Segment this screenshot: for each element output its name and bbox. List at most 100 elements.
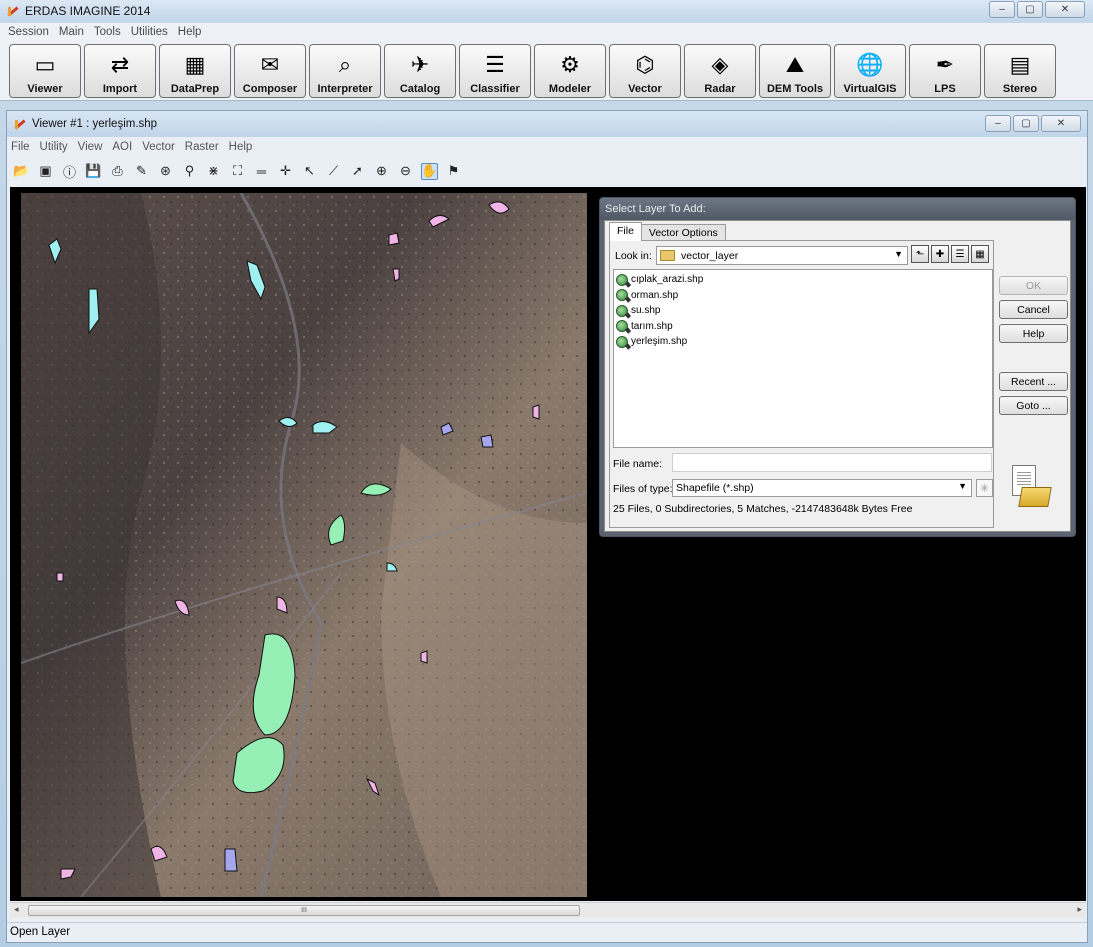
virtualgis-button[interactable]: 🌐 VirtualGIS (834, 44, 906, 98)
measure-icon[interactable]: ⚲ (181, 163, 198, 180)
list-item[interactable]: yerleşim.shp (614, 334, 992, 350)
viewer-minimize-icon[interactable]: – (985, 115, 1011, 132)
viewer-close-icon[interactable]: ✕ (1041, 115, 1081, 132)
virtualgis-icon: 🌐 (856, 52, 884, 77)
up-folder-icon[interactable]: ⬑ (911, 245, 929, 263)
file-list[interactable]: cıplak_arazi.shp orman.shp su.shp tarım.… (613, 269, 993, 448)
shapefile-icon (616, 335, 628, 348)
viewer-icon: ▭ (34, 52, 56, 77)
list-view-icon[interactable]: ☰ (951, 245, 969, 263)
zoom-to-fit-icon[interactable]: ⋇ (205, 163, 222, 180)
composer-button[interactable]: ✉ Composer (234, 44, 306, 98)
scroll-right-icon[interactable]: ▸ (1077, 904, 1082, 915)
vector-button[interactable]: ⌬ Vector (609, 44, 681, 98)
help-button[interactable]: Help (999, 324, 1068, 343)
dem-tools-button[interactable]: ⛰ DEM Tools (759, 44, 831, 98)
file-name: tarım.shp (631, 320, 673, 332)
details-view-icon[interactable]: ▦ (971, 245, 989, 263)
modeler-button[interactable]: ⚙ Modeler (534, 44, 606, 98)
file-tab-panel: Look in: vector_layer ▼ ⬑ ✚ ☰ ▦ cıplak_a… (609, 240, 994, 528)
composer-icon: ✉ (260, 52, 280, 77)
look-in-dropdown[interactable]: vector_layer ▼ (656, 246, 908, 265)
folder-nav-buttons: ⬑ ✚ ☰ ▦ (911, 245, 989, 263)
file-type-select[interactable]: Shapefile (*.shp) ▼ (672, 479, 972, 497)
viewer-menu-raster[interactable]: Raster (185, 141, 219, 153)
tab-file[interactable]: File (609, 222, 642, 241)
list-item[interactable]: su.shp (614, 303, 992, 319)
interpreter-button[interactable]: ⌕ Interpreter (309, 44, 381, 98)
info-icon[interactable]: ⓘ (61, 163, 78, 180)
catalog-button[interactable]: ✈ Catalog (384, 44, 456, 98)
vector-icon: ⌬ (635, 52, 655, 77)
viewer-menu-view[interactable]: View (78, 141, 103, 153)
filter-star-icon[interactable]: ✳ (976, 479, 993, 497)
file-name: cıplak_arazi.shp (631, 274, 704, 286)
scroll-left-icon[interactable]: ◂ (14, 904, 19, 915)
graph-icon[interactable]: ⟋ (325, 163, 342, 180)
shapefile-icon (616, 320, 628, 333)
viewer-menu-file[interactable]: File (11, 141, 30, 153)
zoom-in-icon[interactable]: ⊕ (373, 163, 390, 180)
classifier-button[interactable]: ☰ Classifier (459, 44, 531, 98)
viewer-button[interactable]: ▭ Viewer (9, 44, 81, 98)
goto-button[interactable]: Goto ... (999, 396, 1068, 415)
recent-button[interactable]: Recent ... (999, 372, 1068, 391)
viewer-menu-help[interactable]: Help (229, 141, 253, 153)
open-icon[interactable]: 📂 (13, 163, 30, 180)
scroll-thumb[interactable]: III (28, 905, 580, 916)
minimize-icon[interactable]: – (989, 1, 1015, 18)
radar-button[interactable]: ◈ Radar (684, 44, 756, 98)
menu-help[interactable]: Help (178, 26, 202, 38)
select-arrow-icon[interactable]: ➚ (349, 163, 366, 180)
list-item[interactable]: orman.shp (614, 288, 992, 304)
tab-vector-options[interactable]: Vector Options (640, 224, 726, 241)
ruler-icon[interactable]: ═ (253, 163, 270, 180)
cancel-button[interactable]: Cancel (999, 300, 1068, 319)
viewer-menu-aoi[interactable]: AOI (112, 141, 132, 153)
viewer-restore-icon[interactable]: ▢ (1013, 115, 1039, 132)
import-button[interactable]: ⇄ Import (84, 44, 156, 98)
close-icon[interactable]: ✕ (1045, 1, 1085, 18)
dataprep-button[interactable]: ▦ DataPrep (159, 44, 231, 98)
shapefile-icon (616, 304, 628, 317)
layer-icon[interactable]: ⊛ (157, 163, 174, 180)
interpreter-button-label: Interpreter (317, 83, 373, 95)
menu-tools[interactable]: Tools (94, 26, 121, 38)
inquire-icon[interactable]: ⚑ (445, 163, 462, 180)
folder-icon (660, 250, 675, 261)
crosshair-icon[interactable]: ✛ (277, 163, 294, 180)
lps-button[interactable]: ✒ LPS (909, 44, 981, 98)
new-folder-icon[interactable]: ✚ (931, 245, 949, 263)
file-name: su.shp (631, 305, 661, 317)
new-window-icon[interactable]: ▣ (37, 163, 54, 180)
save-icon[interactable]: 💾 (85, 163, 102, 180)
modeler-icon: ⚙ (560, 52, 580, 77)
horizontal-scrollbar[interactable]: ◂ III ▸ (10, 902, 1086, 918)
viewer-menu-utility[interactable]: Utility (40, 141, 68, 153)
stereo-button[interactable]: ▤ Stereo (984, 44, 1056, 98)
satellite-image[interactable] (21, 193, 587, 897)
fullscreen-icon[interactable]: ⛶ (229, 163, 246, 180)
radar-button-label: Radar (704, 83, 736, 95)
pan-hand-icon[interactable]: ✋ (421, 162, 438, 180)
stereo-button-label: Stereo (1002, 83, 1038, 95)
vector-button-label: Vector (628, 83, 662, 95)
menu-session[interactable]: Session (8, 26, 49, 38)
ok-button[interactable]: OK (999, 276, 1068, 295)
menu-utilities[interactable]: Utilities (131, 26, 168, 38)
lps-button-label: LPS (934, 83, 956, 95)
eraser-icon[interactable]: ✎ (133, 163, 150, 180)
open-file-icon (1008, 465, 1052, 509)
pointer-icon[interactable]: ↖ (301, 163, 318, 180)
list-item[interactable]: cıplak_arazi.shp (614, 272, 992, 288)
zoom-out-icon[interactable]: ⊖ (397, 163, 414, 180)
print-icon[interactable]: ⎙ (109, 163, 126, 180)
file-name-input[interactable] (672, 453, 992, 472)
directory-info: 25 Files, 0 Subdirectories, 5 Matches, -… (613, 503, 913, 515)
dialog-title: Select Layer To Add: (600, 198, 1075, 220)
menu-main[interactable]: Main (59, 26, 84, 38)
viewer-menu-vector[interactable]: Vector (142, 141, 175, 153)
list-item[interactable]: tarım.shp (614, 319, 992, 335)
modeler-button-label: Modeler (548, 83, 592, 95)
restore-icon[interactable]: ▢ (1017, 1, 1043, 18)
